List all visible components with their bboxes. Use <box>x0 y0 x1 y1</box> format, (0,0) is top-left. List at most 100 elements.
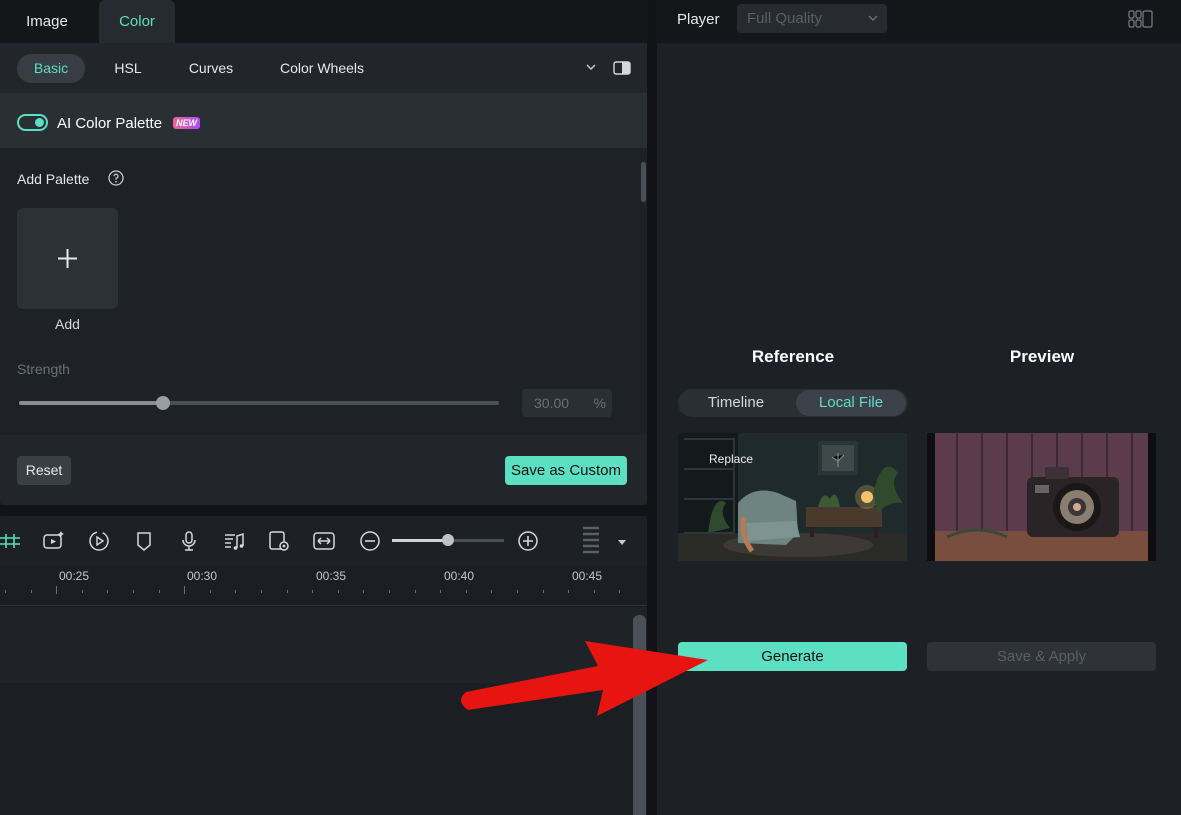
tab-image[interactable]: Image <box>0 0 94 43</box>
timeline-track[interactable] <box>0 607 647 683</box>
layout-grid-icon[interactable] <box>1128 10 1154 28</box>
tab-basic[interactable]: Basic <box>17 54 85 83</box>
strength-unit: % <box>593 395 606 411</box>
snap-icon[interactable] <box>0 530 22 552</box>
ruler-tick <box>440 590 441 593</box>
mic-icon[interactable] <box>178 530 200 552</box>
panel-divider[interactable] <box>647 0 657 815</box>
zoom-slider[interactable] <box>392 534 504 546</box>
timeline-scrollbar[interactable] <box>633 615 646 815</box>
track-height-icon[interactable] <box>581 526 601 556</box>
ruler-tick <box>312 590 313 593</box>
timeline-ruler[interactable]: 00:25 00:30 00:35 00:40 00:45 <box>0 566 647 606</box>
ruler-tick <box>568 590 569 593</box>
ruler-tick <box>389 590 390 593</box>
ruler-tick <box>338 590 339 593</box>
top-tab-bar: Image Color <box>0 0 647 43</box>
ai-palette-label: AI Color Palette <box>57 115 163 132</box>
reference-image[interactable]: Replace <box>678 433 907 561</box>
ai-color-palette-row: AI Color Palette NEW <box>0 93 647 148</box>
fit-icon[interactable] <box>313 530 335 552</box>
preview-image <box>927 433 1156 561</box>
quality-value: Full Quality <box>747 10 823 27</box>
ruler-tick <box>415 590 416 593</box>
plus-icon <box>58 249 77 268</box>
zoom-out-icon[interactable] <box>359 530 381 552</box>
zoom-in-icon[interactable] <box>517 530 539 552</box>
ruler-tick <box>491 590 492 593</box>
save-and-apply-button[interactable]: Save & Apply <box>927 642 1156 671</box>
timeline-track[interactable] <box>0 683 647 815</box>
ruler-tick <box>82 590 83 593</box>
preview-icon[interactable] <box>268 530 290 552</box>
quality-dropdown[interactable]: Full Quality <box>737 4 887 33</box>
add-palette-button[interactable] <box>17 208 118 309</box>
ruler-tick <box>133 590 134 593</box>
sub-tab-bar: Basic HSL Curves Color Wheels <box>0 43 647 93</box>
ruler-label: 00:40 <box>444 569 475 583</box>
panel-scrollbar[interactable] <box>641 162 646 202</box>
toggle-knob <box>35 118 44 127</box>
ruler-tick <box>619 590 620 593</box>
ruler-tick <box>363 590 364 593</box>
tab-local-file[interactable]: Local File <box>796 390 906 416</box>
zoom-slider-handle[interactable] <box>442 534 454 546</box>
ruler-tick <box>159 590 160 593</box>
tab-curves[interactable]: Curves <box>178 54 244 83</box>
preview-title: Preview <box>1009 347 1075 366</box>
strength-slider-handle[interactable] <box>156 396 170 410</box>
tab-hsl[interactable]: HSL <box>105 54 151 83</box>
color-panel: Image Color Basic HSL Curves Color Wheel… <box>0 0 647 815</box>
ruler-label: 00:25 <box>59 569 90 583</box>
new-badge: NEW <box>173 117 200 129</box>
ruler-label: 00:30 <box>187 569 218 583</box>
strength-label: Strength <box>17 361 70 377</box>
chevron-down-icon <box>868 15 878 21</box>
preview-thumbnail <box>927 433 1156 561</box>
tab-color[interactable]: Color <box>99 0 175 43</box>
ai-palette-toggle[interactable] <box>17 114 48 131</box>
ruler-tick <box>235 590 236 593</box>
ruler-tick <box>543 590 544 593</box>
ai-clip-icon[interactable] <box>43 530 65 552</box>
generate-button[interactable]: Generate <box>678 642 907 671</box>
compare-view-icon[interactable] <box>613 61 631 75</box>
chevron-down-icon[interactable] <box>584 60 598 74</box>
strength-value: 30.00 <box>534 395 570 411</box>
ruler-tick <box>56 586 57 594</box>
marker-icon[interactable] <box>133 530 155 552</box>
tab-color-wheels[interactable]: Color Wheels <box>266 54 378 83</box>
ruler-tick <box>517 590 518 593</box>
panel-footer: Reset Save as Custom <box>0 435 647 505</box>
play-range-icon[interactable] <box>88 530 110 552</box>
ruler-tick <box>210 590 211 593</box>
caret-down-icon[interactable] <box>616 536 628 548</box>
ruler-tick <box>5 590 6 593</box>
help-icon[interactable] <box>108 170 124 186</box>
player-panel: Player Full Quality Reference Preview Ti… <box>657 0 1181 815</box>
add-palette-label: Add Palette <box>17 171 90 187</box>
strength-input[interactable]: 30.00 % <box>522 389 612 417</box>
ruler-tick <box>466 590 467 593</box>
save-as-custom-button[interactable]: Save as Custom <box>505 456 627 485</box>
ruler-label: 00:35 <box>316 569 347 583</box>
reset-button[interactable]: Reset <box>17 456 71 485</box>
ruler-label: 00:45 <box>572 569 603 583</box>
music-icon[interactable] <box>223 530 245 552</box>
zoom-slider-fill <box>392 539 448 542</box>
ruler-tick <box>31 590 32 593</box>
strength-slider[interactable] <box>19 396 499 410</box>
reference-title: Reference <box>751 347 835 366</box>
timeline-toolbar <box>0 516 647 566</box>
strength-slider-fill <box>19 401 163 405</box>
ruler-tick <box>184 586 185 594</box>
ruler-tick <box>287 590 288 593</box>
player-label: Player <box>677 11 720 28</box>
ruler-tick <box>594 590 595 593</box>
add-label: Add <box>55 316 80 332</box>
player-header: Player Full Quality <box>657 0 1181 43</box>
ruler-tick <box>261 590 262 593</box>
replace-label[interactable]: Replace <box>709 452 753 466</box>
tab-timeline[interactable]: Timeline <box>680 390 792 416</box>
reference-source-toggle: Timeline Local File <box>678 389 908 417</box>
